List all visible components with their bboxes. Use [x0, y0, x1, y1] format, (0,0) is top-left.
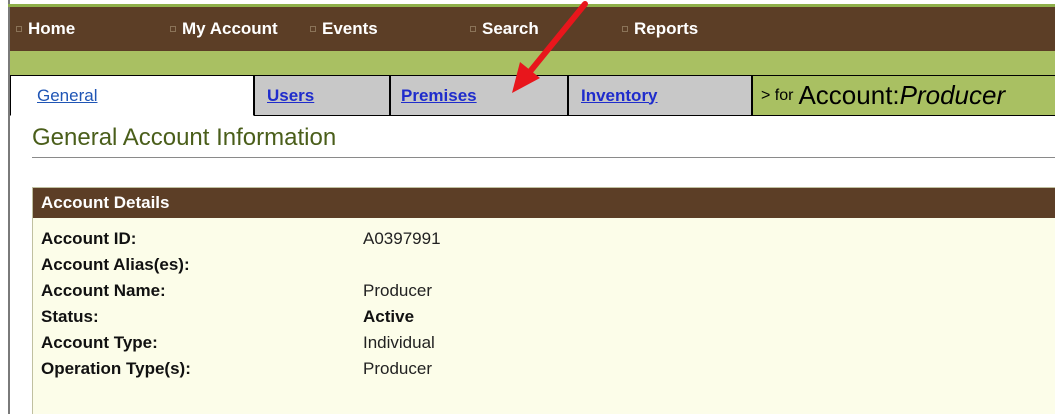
detail-label: Account Type: [41, 333, 158, 352]
nav-bullet-icon [310, 26, 316, 32]
tab-label: Users [267, 85, 315, 105]
detail-value: A0397991 [363, 229, 441, 248]
tab-label: Premises [401, 85, 477, 105]
detail-value: Producer [363, 359, 432, 378]
page-title: General Account Information [32, 124, 337, 151]
tab-premises[interactable]: Premises [390, 75, 568, 116]
detail-row-status: Status: Active [33, 304, 1055, 330]
detail-label: Status: [41, 307, 99, 326]
nav-label: Home [28, 19, 76, 38]
top-nav: Home My Account Events Search Reports [10, 7, 1055, 51]
nav-bullet-icon [622, 26, 628, 32]
status-value: Active [363, 307, 415, 326]
nav-home[interactable]: Home [16, 7, 75, 51]
nav-label: Events [322, 19, 378, 38]
nav-bullet-icon [16, 26, 22, 32]
nav-events[interactable]: Events [310, 7, 378, 51]
account-context-label: > for Account: Producer [752, 75, 1055, 116]
sub-nav-bar [10, 51, 1055, 75]
account-details-panel: Account Details Account ID: A0397991 Acc… [32, 187, 1055, 414]
panel-header: Account Details [33, 188, 1055, 218]
for-prefix: > for [761, 86, 794, 104]
detail-label: Account ID: [41, 229, 137, 248]
for-account-label: Account: [798, 80, 900, 110]
tab-label: Inventory [581, 85, 658, 105]
tab-general[interactable]: General [10, 75, 254, 116]
detail-row-account-type: Account Type: Individual [33, 330, 1055, 356]
nav-search[interactable]: Search [470, 7, 539, 51]
nav-reports[interactable]: Reports [622, 7, 698, 51]
detail-label: Operation Type(s): [41, 359, 191, 378]
tab-label: General [37, 85, 98, 105]
detail-label: Account Alias(es): [41, 255, 190, 274]
nav-label: My Account [182, 19, 278, 38]
detail-row-account-name: Account Name: Producer [33, 278, 1055, 304]
nav-label: Reports [634, 19, 699, 38]
detail-value: Individual [363, 333, 435, 352]
nav-bullet-icon [170, 26, 176, 32]
detail-row-account-alias: Account Alias(es): [33, 252, 1055, 278]
tab-users[interactable]: Users [254, 75, 390, 116]
nav-label: Search [482, 19, 539, 38]
title-divider [32, 157, 1055, 158]
tab-inventory[interactable]: Inventory [568, 75, 752, 116]
nav-my-account[interactable]: My Account [170, 7, 278, 51]
detail-row-operation-type: Operation Type(s): Producer [33, 356, 1055, 382]
account-tabs: General Users Premises Inventory > for A… [10, 75, 1055, 118]
detail-row-account-id: Account ID: A0397991 [33, 226, 1055, 252]
detail-value: Producer [363, 281, 432, 300]
nav-bullet-icon [470, 26, 476, 32]
for-account-value: Producer [899, 80, 1006, 110]
detail-label: Account Name: [41, 281, 166, 300]
